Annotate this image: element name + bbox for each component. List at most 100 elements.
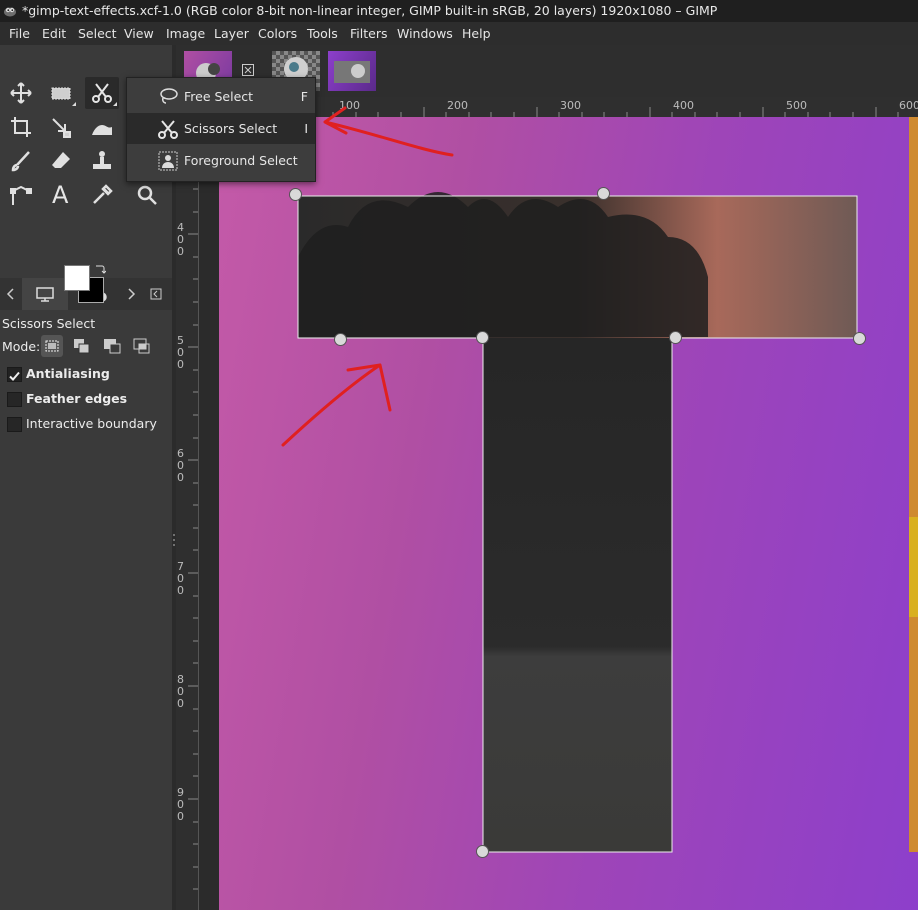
selection-anchor[interactable] bbox=[476, 331, 489, 344]
text-tool-button[interactable]: A bbox=[44, 179, 78, 211]
mode-intersect-icon bbox=[133, 338, 150, 354]
transform-tool-button[interactable] bbox=[44, 111, 78, 143]
feather-edges-label: Feather edges bbox=[26, 391, 128, 406]
lasso-icon bbox=[160, 88, 178, 104]
selection-anchor[interactable] bbox=[597, 187, 610, 200]
ruler-top-label: 400 bbox=[673, 99, 694, 112]
menu-file[interactable]: File bbox=[9, 22, 30, 45]
interactive-boundary-checkbox[interactable] bbox=[7, 417, 22, 432]
gimp-app-icon bbox=[4, 7, 16, 17]
crop-icon bbox=[11, 117, 31, 137]
move-tool-button[interactable] bbox=[4, 77, 38, 109]
ruler-left-label: 600 bbox=[177, 447, 184, 484]
interactive-boundary-label: Interactive boundary bbox=[26, 416, 157, 431]
menu-filters[interactable]: Filters bbox=[350, 22, 387, 45]
scissors-icon bbox=[92, 83, 112, 103]
popup-item-label: Scissors Select bbox=[184, 121, 278, 136]
image-tab-3-thumbnail[interactable] bbox=[328, 51, 376, 91]
foreground-color-swatch[interactable] bbox=[64, 265, 90, 291]
ruler-left-label: 400 bbox=[177, 221, 184, 258]
menu-edit[interactable]: Edit bbox=[42, 22, 66, 45]
warp-tool-button[interactable] bbox=[85, 111, 119, 143]
scissors-tool-button[interactable] bbox=[85, 77, 119, 109]
image-canvas[interactable] bbox=[219, 117, 918, 910]
mode-replace-icon bbox=[45, 340, 59, 352]
eraser-tool-button[interactable] bbox=[44, 145, 78, 177]
mode-add-button[interactable] bbox=[71, 335, 93, 357]
tool-options-icon bbox=[36, 287, 54, 302]
tool-options-title: Scissors Select bbox=[2, 316, 96, 331]
feather-edges-checkbox[interactable] bbox=[7, 392, 22, 407]
close-tab-icon[interactable] bbox=[242, 64, 254, 76]
dock-menu-icon bbox=[150, 288, 162, 300]
popup-item-shortcut: I bbox=[304, 121, 308, 136]
canvas-artwork bbox=[297, 117, 918, 853]
menu-help[interactable]: Help bbox=[462, 22, 491, 45]
tool-options-panel: Scissors Select Mode: Antialiasing Feath… bbox=[0, 310, 172, 910]
mode-label: Mode: bbox=[2, 339, 41, 354]
menu-tools[interactable]: Tools bbox=[307, 22, 338, 45]
popup-item-scissors-select[interactable]: Scissors Select I bbox=[127, 113, 315, 144]
text-icon: A bbox=[52, 181, 69, 209]
selection-anchor[interactable] bbox=[476, 845, 489, 858]
color-picker-tool-button[interactable] bbox=[85, 179, 119, 211]
foreground-select-icon bbox=[158, 151, 178, 171]
thumbnail-art bbox=[334, 61, 370, 83]
checkmark-icon bbox=[9, 371, 20, 381]
crop-tool-button[interactable] bbox=[4, 111, 38, 143]
canvas-padding bbox=[199, 117, 219, 910]
warp-icon bbox=[92, 125, 112, 135]
title-bar: *gimp-text-effects.xcf-1.0 (RGB color 8-… bbox=[0, 0, 918, 22]
eraser-icon bbox=[52, 152, 70, 168]
selection-anchor[interactable] bbox=[853, 332, 866, 345]
selection-anchor[interactable] bbox=[669, 331, 682, 344]
popup-item-label: Free Select bbox=[184, 89, 254, 104]
ruler-left-label: 500 bbox=[177, 334, 184, 371]
dock-scroll-left[interactable] bbox=[0, 278, 22, 310]
ruler-left-label: 800 bbox=[177, 673, 184, 710]
dock-scroll-right[interactable] bbox=[120, 278, 142, 310]
menu-image[interactable]: Image bbox=[166, 22, 205, 45]
mode-subtract-icon bbox=[104, 339, 121, 354]
mode-replace-button[interactable] bbox=[41, 335, 63, 357]
clone-icon bbox=[93, 151, 111, 169]
vertical-ruler: 400 500 600 700 800 900 bbox=[176, 97, 199, 910]
tab-tool-options[interactable] bbox=[22, 278, 68, 310]
tool-group-popup: Free Select F Scissors Select I Foregrou… bbox=[126, 77, 316, 182]
ruler-left-label: 700 bbox=[177, 560, 184, 597]
menu-select[interactable]: Select bbox=[78, 22, 117, 45]
antialiasing-checkbox[interactable] bbox=[7, 367, 22, 382]
zoom-tool-button[interactable] bbox=[130, 179, 164, 211]
menu-layer[interactable]: Layer bbox=[214, 22, 249, 45]
popup-item-label: Foreground Select bbox=[184, 153, 298, 168]
menu-view[interactable]: View bbox=[124, 22, 154, 45]
scissors-icon bbox=[158, 120, 178, 139]
swap-colors-icon[interactable] bbox=[94, 263, 106, 275]
ruler-top-label: 100 bbox=[339, 99, 360, 112]
selection-anchor[interactable] bbox=[289, 188, 302, 201]
antialiasing-label: Antialiasing bbox=[26, 366, 110, 381]
popup-item-free-select[interactable]: Free Select F bbox=[127, 81, 315, 112]
paintbrush-icon bbox=[11, 151, 30, 172]
window-title: *gimp-text-effects.xcf-1.0 (RGB color 8-… bbox=[22, 3, 718, 18]
ruler-left-label: 900 bbox=[177, 786, 184, 823]
menu-colors[interactable]: Colors bbox=[258, 22, 297, 45]
selection-anchor[interactable] bbox=[334, 333, 347, 346]
unified-transform-icon bbox=[52, 118, 71, 138]
move-icon bbox=[10, 82, 32, 104]
paintbrush-tool-button[interactable] bbox=[4, 145, 38, 177]
ruler-top-label: 600 bbox=[899, 99, 918, 112]
popup-item-foreground-select[interactable]: Foreground Select bbox=[127, 145, 315, 176]
mode-intersect-button[interactable] bbox=[131, 335, 153, 357]
color-picker-icon bbox=[93, 184, 113, 204]
ruler-top-label: 200 bbox=[447, 99, 468, 112]
menu-windows[interactable]: Windows bbox=[397, 22, 453, 45]
rect-select-tool-button[interactable] bbox=[44, 77, 78, 109]
paths-icon bbox=[10, 185, 32, 205]
dock-menu-button[interactable] bbox=[145, 278, 167, 310]
zoom-icon bbox=[137, 185, 157, 205]
clone-tool-button[interactable] bbox=[85, 145, 119, 177]
ruler-top-label: 500 bbox=[786, 99, 807, 112]
paths-tool-button[interactable] bbox=[4, 179, 38, 211]
mode-subtract-button[interactable] bbox=[101, 335, 123, 357]
